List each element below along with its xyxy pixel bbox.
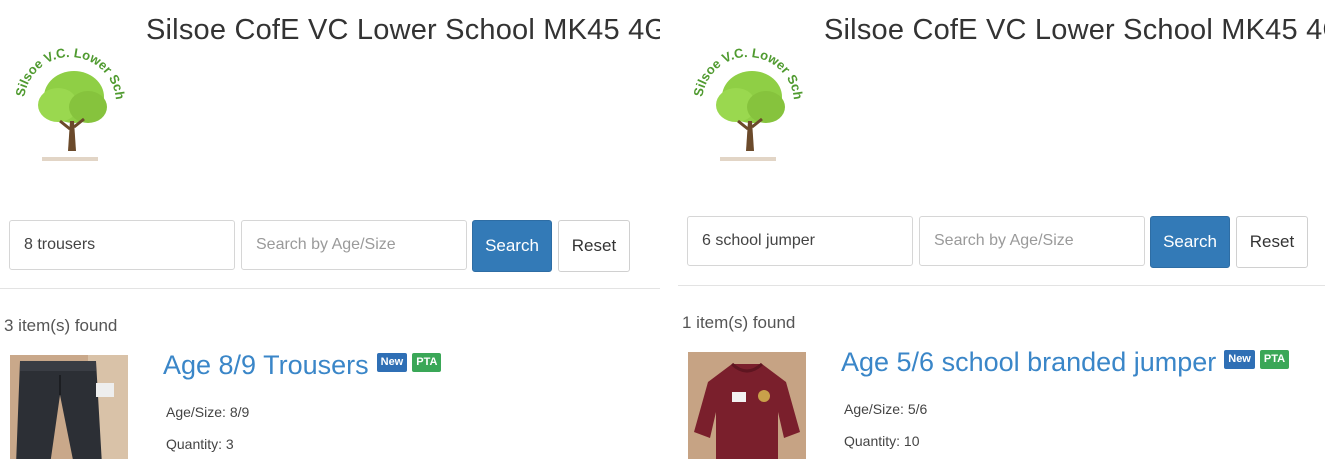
divider xyxy=(678,285,1325,286)
item-age-size: Age/Size: 5/6 xyxy=(844,401,928,417)
school-logo: Silsoe V.C. Lower School xyxy=(684,13,806,175)
item-search-input[interactable] xyxy=(9,220,235,270)
age-size-search-input[interactable] xyxy=(919,216,1145,266)
reset-button[interactable]: Reset xyxy=(558,220,630,272)
reset-button[interactable]: Reset xyxy=(1236,216,1308,268)
item-title-text[interactable]: Age 5/6 school branded jumper xyxy=(841,347,1216,378)
item-quantity: Quantity: 10 xyxy=(844,433,920,449)
school-logo: Silsoe V.C. Lower School xyxy=(6,13,128,175)
results-count: 3 item(s) found xyxy=(4,316,118,335)
item-title-text[interactable]: Age 8/9 Trousers xyxy=(163,350,369,381)
new-badge: New xyxy=(376,353,408,372)
search-panel-right: Silsoe V.C. Lower School Silsoe CofE VC … xyxy=(678,0,1325,459)
item-age-size: Age/Size: 8/9 xyxy=(166,404,250,420)
age-size-search-input[interactable] xyxy=(241,220,467,270)
tree-logo-icon: Silsoe V.C. Lower School xyxy=(684,13,806,161)
divider xyxy=(0,288,660,289)
pta-badge: PTA xyxy=(412,353,442,372)
item-title-link[interactable]: Age 5/6 school branded jumper New PTA xyxy=(841,347,1290,378)
trousers-image-icon xyxy=(10,355,128,459)
school-name-heading: Silsoe CofE VC Lower School MK45 4GP xyxy=(146,14,660,46)
item-title-link[interactable]: Age 8/9 Trousers New PTA xyxy=(163,350,442,381)
item-search-input[interactable] xyxy=(687,216,913,266)
search-button[interactable]: Search xyxy=(472,220,552,272)
tree-logo-icon: Silsoe V.C. Lower School xyxy=(6,13,128,161)
search-panel-left: Silsoe V.C. Lower School Silsoe CofE VC … xyxy=(0,0,660,459)
results-count: 1 item(s) found xyxy=(682,313,796,332)
search-button[interactable]: Search xyxy=(1150,216,1230,268)
pta-badge: PTA xyxy=(1259,350,1290,369)
item-thumbnail[interactable] xyxy=(688,352,806,459)
jumper-image-icon xyxy=(688,352,806,459)
item-quantity: Quantity: 3 xyxy=(166,436,234,452)
item-thumbnail[interactable] xyxy=(10,355,128,459)
new-badge: New xyxy=(1224,350,1255,369)
school-name-heading: Silsoe CofE VC Lower School MK45 4GP xyxy=(824,14,1325,46)
